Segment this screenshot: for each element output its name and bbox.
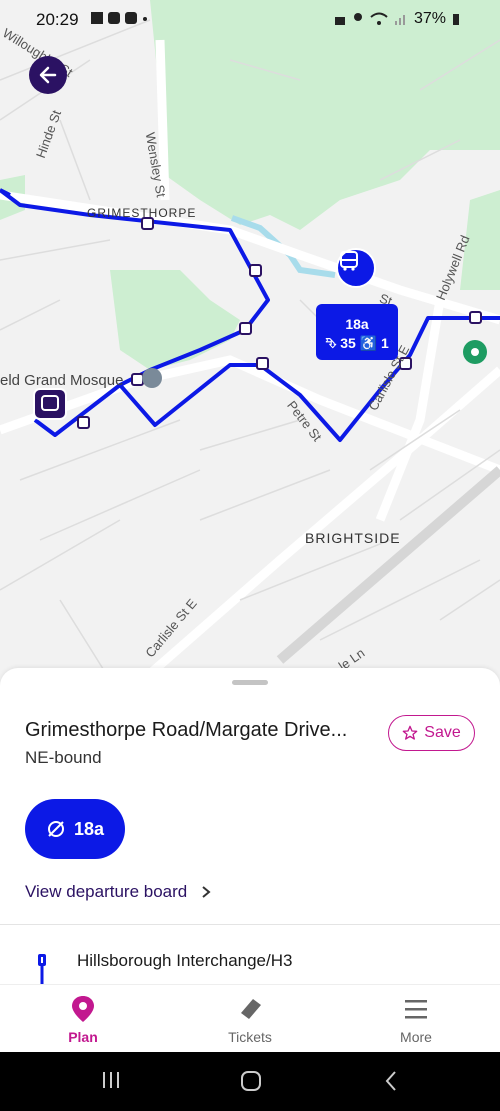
popup-capacity: ⮷ 35 ♿ 1 xyxy=(325,335,389,351)
stop-details-sheet[interactable]: Grimesthorpe Road/Margate Drive... NE-bo… xyxy=(0,668,500,984)
next-stop-name[interactable]: Hillsborough Interchange/H3 xyxy=(77,951,292,971)
divider xyxy=(0,924,500,925)
area-label: BRIGHTSIDE xyxy=(305,530,401,546)
app-icon xyxy=(108,12,120,24)
back-nav-icon[interactable] xyxy=(383,1070,399,1092)
stop-direction: NE-bound xyxy=(25,748,102,767)
stop-name: Grimesthorpe Road/Margate Drive... xyxy=(25,719,348,741)
tab-more[interactable]: More xyxy=(356,985,476,1053)
tab-tickets[interactable]: Tickets xyxy=(190,985,310,1053)
tab-plan-label: Plan xyxy=(68,1029,98,1045)
back-button[interactable] xyxy=(29,56,67,94)
location-icon xyxy=(353,13,362,21)
bus-icon xyxy=(340,251,358,271)
wifi-icon xyxy=(370,12,388,25)
location-pin-icon xyxy=(72,996,94,1022)
battery-icon xyxy=(453,14,459,25)
sheet-drag-handle[interactable] xyxy=(232,680,268,685)
app-icon xyxy=(125,12,137,24)
tab-plan[interactable]: Plan xyxy=(23,985,143,1053)
chevron-right-icon xyxy=(202,886,211,898)
stop-timeline-icon xyxy=(38,954,46,984)
status-time: 20:29 xyxy=(36,10,79,29)
poi-label: eld Grand Mosque xyxy=(0,372,124,389)
home-icon[interactable] xyxy=(240,1070,262,1092)
menu-icon xyxy=(405,1000,427,1019)
notification-icons xyxy=(90,11,149,25)
route-18a-button[interactable]: 18a xyxy=(25,799,125,859)
selected-stop-marker xyxy=(33,388,67,420)
lock-icon xyxy=(334,17,345,25)
live-bus-marker[interactable] xyxy=(336,248,376,288)
save-button[interactable]: Save xyxy=(388,715,475,751)
save-label: Save xyxy=(424,724,461,741)
park-area xyxy=(110,270,240,370)
bus-info-popup[interactable]: 18a ⮷ 35 ♿ 1 xyxy=(316,304,398,360)
tab-tickets-label: Tickets xyxy=(228,1029,272,1045)
image-icon xyxy=(91,12,103,24)
map-canvas[interactable] xyxy=(0,0,500,700)
signal-icon xyxy=(394,15,405,25)
battery-percent: 37% xyxy=(413,10,446,27)
star-icon xyxy=(402,725,418,740)
recent-apps-icon[interactable] xyxy=(101,1070,121,1090)
view-departure-board-label: View departure board xyxy=(25,882,188,901)
arrow-left-icon xyxy=(39,66,57,84)
status-bar: 20:29 37% xyxy=(0,0,500,40)
bottom-tab-bar: Plan Tickets More xyxy=(0,984,500,1053)
tab-more-label: More xyxy=(400,1029,432,1045)
route-icon xyxy=(47,821,64,837)
area-label: GRIMESTHORPE xyxy=(87,206,197,220)
view-departure-board-link[interactable]: View departure board xyxy=(25,882,211,902)
route-label: 18a xyxy=(73,818,105,839)
status-right: 37% xyxy=(334,10,460,28)
mosque-poi-icon xyxy=(142,368,162,388)
dot-icon xyxy=(143,17,147,21)
map-view[interactable]: Willoughby St Hinde St Wensley St GRIMES… xyxy=(0,0,500,700)
ticket-icon xyxy=(241,999,261,1019)
popup-route-label: 18a xyxy=(345,316,369,332)
system-navigation-bar xyxy=(0,1052,500,1111)
